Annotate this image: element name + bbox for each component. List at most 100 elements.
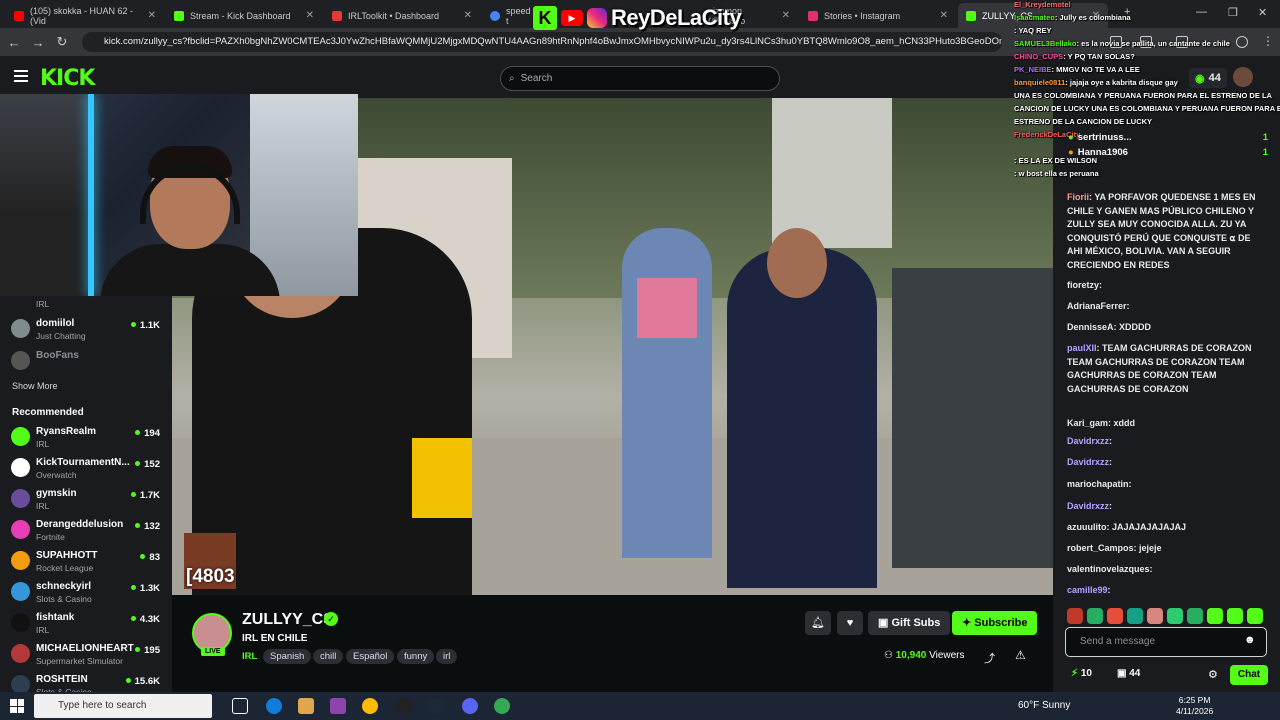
tag[interactable]: Español <box>346 649 395 664</box>
show-more-button[interactable]: Show More <box>12 381 58 391</box>
viewer-count: ⚇ 10,940 Viewers <box>884 650 965 661</box>
close-tab-icon[interactable]: ✕ <box>782 10 790 21</box>
file-explorer-icon[interactable] <box>298 698 314 714</box>
irltoolkit-icon <box>332 10 342 21</box>
taskbar-search-input[interactable]: Type here to search <box>34 694 212 718</box>
clock[interactable]: 6:25 PM 4/11/2026 <box>1176 695 1213 717</box>
emote-icon[interactable] <box>1247 608 1263 624</box>
webcam-overlay <box>0 94 358 296</box>
sidebar-item-recommended[interactable]: schneckyirl Slots & Casino 1.3K <box>10 579 162 607</box>
sidebar-item-recommended[interactable]: fishtank IRL 4.3K <box>10 610 162 638</box>
emote-icon[interactable] <box>1087 608 1103 624</box>
chat-send-button[interactable]: Chat <box>1230 665 1268 685</box>
sidebar-item-domiilol[interactable]: domiilol Just Chatting 1.1K <box>10 316 162 344</box>
follow-button[interactable]: ♥ <box>837 611 863 635</box>
chat-username[interactable]: Davidrxzz <box>1067 457 1109 467</box>
emote-icon[interactable] <box>1167 608 1183 624</box>
users-icon: ⚇ <box>884 650 896 661</box>
chat-message-input[interactable]: Send a message <box>1065 627 1267 657</box>
chat-username[interactable]: mariochapatin <box>1067 479 1129 489</box>
chat-username[interactable]: Kari_gam <box>1067 418 1108 428</box>
gift-subs-button[interactable]: ▣ Gift Subs <box>868 611 951 635</box>
chat-username[interactable]: paulXII <box>1067 343 1097 353</box>
youtube-icon <box>14 10 24 21</box>
chat-username[interactable]: DennisseA <box>1067 322 1114 332</box>
emote-icon[interactable] <box>1127 608 1143 624</box>
chat-points[interactable]: ⚡︎ 10 <box>1071 668 1092 679</box>
sidebar-item-recommended[interactable]: MICHAELIONHEART Supermarket Simulator 195 <box>10 641 162 669</box>
sidebar-item-recommended[interactable]: SUPAHHOTT Rocket League 83 <box>10 548 162 576</box>
close-tab-icon[interactable]: ✕ <box>148 10 156 21</box>
chat-username[interactable]: camille99 <box>1067 585 1108 595</box>
kick-logo[interactable]: KICK <box>40 66 95 91</box>
browser-tab[interactable]: Stories • Instagram ✕ <box>800 3 956 28</box>
search-input[interactable]: ⌕ Search <box>500 66 780 91</box>
steam-icon[interactable] <box>428 698 444 714</box>
hamburger-menu-icon[interactable] <box>14 70 28 82</box>
subscribe-button[interactable]: ✦ Subscribe <box>952 611 1038 635</box>
tag[interactable]: Spanish <box>263 649 312 664</box>
report-icon[interactable]: ⚠ <box>1015 648 1026 662</box>
chat-username[interactable]: valentinovelazques <box>1067 564 1150 574</box>
browser-tab[interactable]: IRLToolkit • Dashboard ✕ <box>324 3 480 28</box>
chat-username[interactable]: fioretzy <box>1067 280 1099 290</box>
sidebar-item-recommended[interactable]: RyansRealm IRL 194 <box>10 424 162 452</box>
points-icon: ⚡︎ <box>1071 668 1079 679</box>
share-icon[interactable]: ⤴ <box>984 650 995 666</box>
emote-icon[interactable] <box>1067 608 1083 624</box>
sidebar-item-recommended[interactable]: gymskin IRL 1.7K <box>10 486 162 514</box>
instagram-icon <box>808 10 818 21</box>
emote-icon[interactable] <box>1227 608 1243 624</box>
chat-settings-icon[interactable]: ⚙ <box>1208 668 1218 681</box>
close-tab-icon[interactable]: ✕ <box>940 10 948 21</box>
edge-icon[interactable] <box>266 698 282 714</box>
obs-icon[interactable] <box>396 698 412 714</box>
back-icon[interactable]: ← <box>2 35 26 50</box>
overlay-chat-line: : YAQ REY <box>1014 26 1280 35</box>
heart-icon: ♥ <box>846 617 854 629</box>
chrome-icon[interactable] <box>362 698 378 714</box>
task-view-icon[interactable] <box>232 698 248 714</box>
chat-username[interactable]: AdrianaFerrer <box>1067 301 1127 311</box>
reload-icon[interactable]: ↻ <box>50 34 74 50</box>
chat-username[interactable]: azuuulito <box>1067 522 1107 532</box>
chat-username[interactable]: Davidrxzz <box>1067 501 1109 511</box>
browser-tab[interactable]: (105) skokka - HUAN 62 - (Vid ✕ <box>6 3 164 28</box>
forward-icon[interactable]: → <box>26 35 50 50</box>
browser-tab[interactable]: Stream - Kick Dashboard ✕ <box>166 3 322 28</box>
overlay-chat-user: PK_NEIBE <box>1014 65 1052 74</box>
chat-text: : YA PORFAVOR QUEDENSE 1 MES EN CHILE Y … <box>1067 192 1256 270</box>
channel-name[interactable]: ZULLYY_CS <box>242 611 334 629</box>
chat-text: : <box>1099 280 1103 290</box>
chat-username[interactable]: Davidrxzz <box>1067 436 1109 446</box>
discord-icon[interactable] <box>462 698 478 714</box>
browser-tab[interactable]: speed t <box>482 3 532 28</box>
overlay-chat-text: ESTRENO DE LA CANCION DE LUCKY <box>1014 117 1153 126</box>
windows-start-icon[interactable] <box>10 699 24 713</box>
close-tab-icon[interactable]: ✕ <box>464 10 472 21</box>
app-icon[interactable] <box>330 698 346 714</box>
sidebar-item-recommended[interactable]: KickTournamentN... Overwatch 152 <box>10 455 162 483</box>
chat-text: : <box>1126 301 1130 311</box>
tag[interactable]: chill <box>313 649 344 664</box>
sidebar-item-recommended[interactable]: Derangeddelusion Fortnite 132 <box>10 517 162 545</box>
emoji-icon[interactable]: ☻ <box>1244 634 1256 646</box>
chat-username[interactable]: robert_Campos <box>1067 543 1134 553</box>
chat-gifts[interactable]: ▣ 44 <box>1117 668 1140 679</box>
overlay-chat-text: : MMGV NO TE VA A LEE <box>1051 65 1140 74</box>
emote-icon[interactable] <box>1187 608 1203 624</box>
url-field[interactable]: kick.com/zullyy_cs?fbclid=PAZXh0bgNhZW0C… <box>82 32 1002 52</box>
emote-icon[interactable] <box>1207 608 1223 624</box>
sidebar-item-boofans[interactable]: BooFans <box>10 348 162 376</box>
emote-icon[interactable] <box>1147 608 1163 624</box>
chrome-active-icon[interactable] <box>494 698 510 714</box>
chat-message: camille99: <box>1067 584 1267 598</box>
tag[interactable]: irl <box>436 649 458 664</box>
weather-widget[interactable]: 60°F Sunny <box>1018 700 1070 711</box>
category-link[interactable]: IRL <box>242 651 257 662</box>
emote-icon[interactable] <box>1107 608 1123 624</box>
overlay-chat-user: CHINO_CUPS <box>1014 52 1064 61</box>
tag[interactable]: funny <box>397 649 435 664</box>
close-tab-icon[interactable]: ✕ <box>306 10 314 21</box>
notification-bell-button[interactable]: 🔔︎ <box>805 611 831 635</box>
